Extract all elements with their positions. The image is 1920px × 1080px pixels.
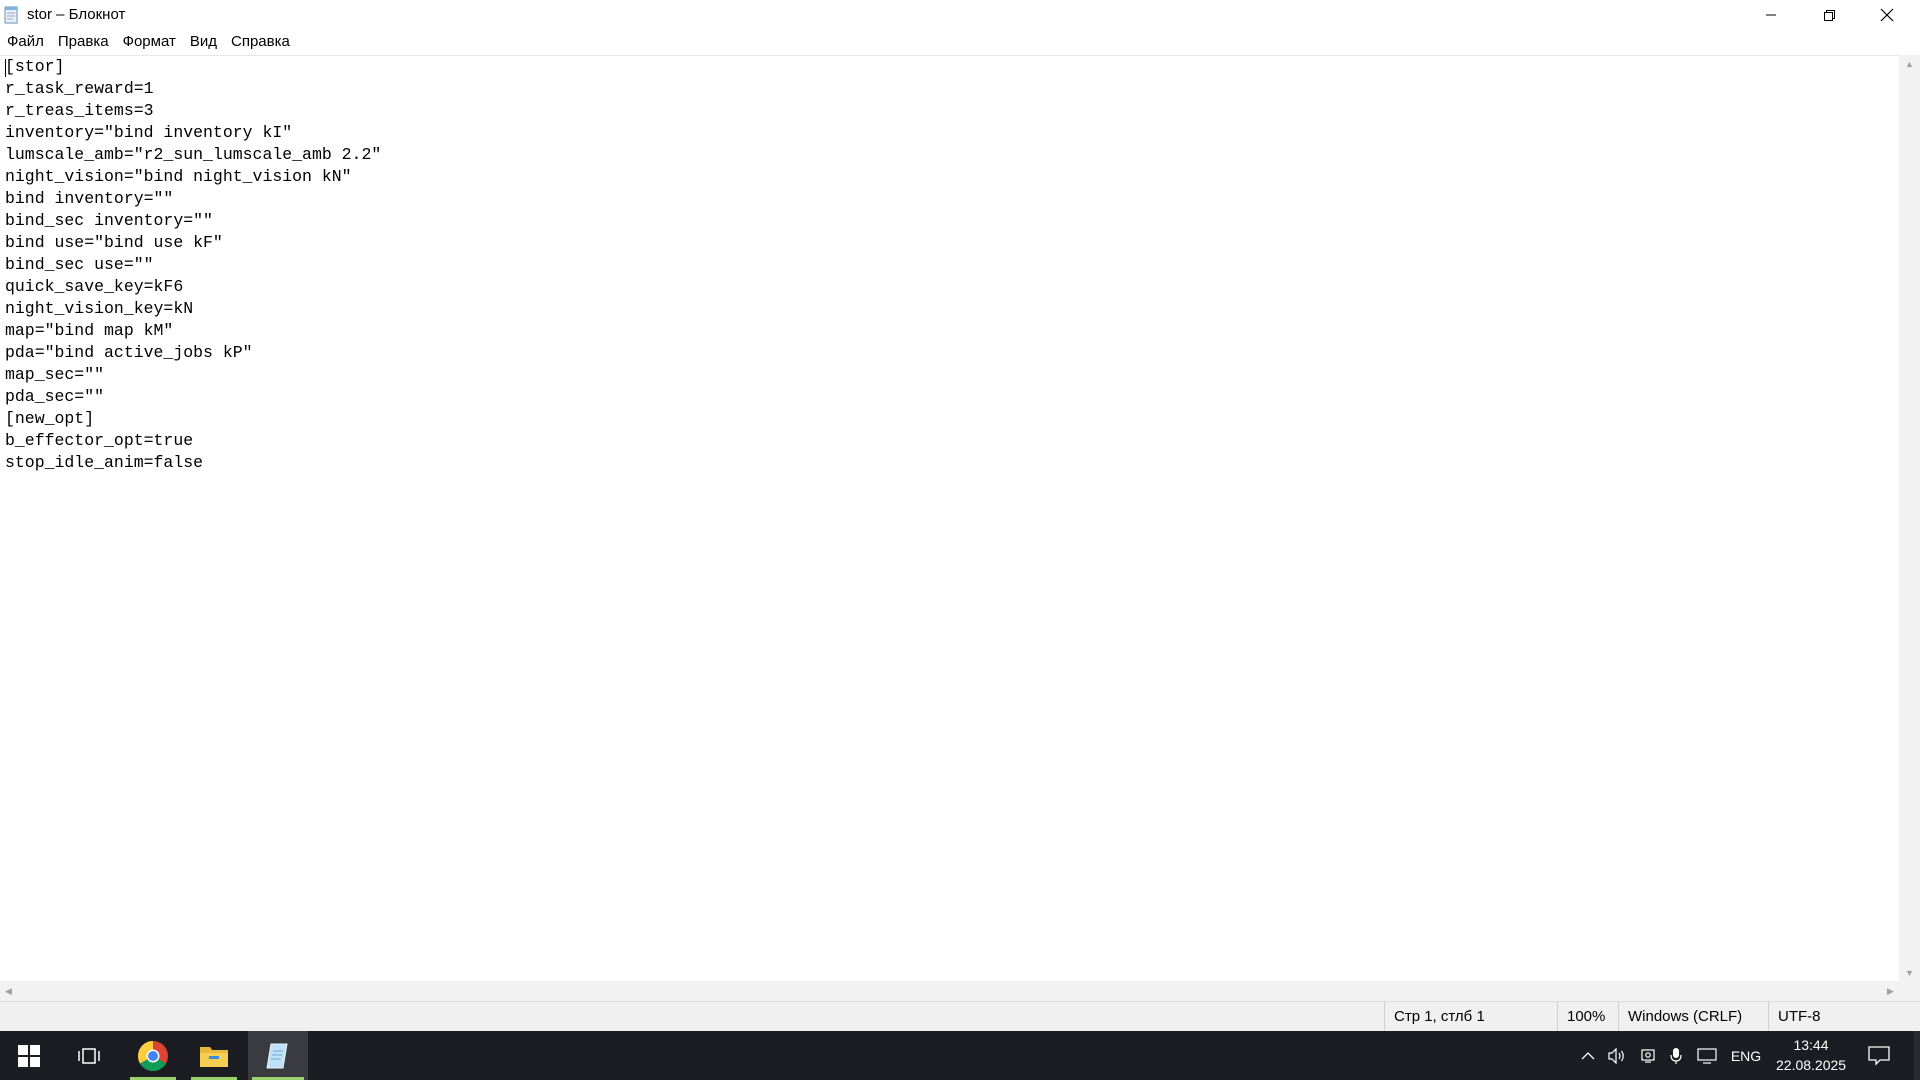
file-explorer-taskbar-button[interactable]	[187, 1031, 241, 1080]
notifications-icon[interactable]	[1862, 1031, 1896, 1080]
editor-line[interactable]: pda_sec=""	[5, 386, 381, 408]
chrome-icon	[137, 1040, 168, 1071]
close-icon	[1880, 8, 1894, 22]
menu-view[interactable]: Вид	[183, 30, 224, 53]
clock-time: 13:44	[1793, 1037, 1829, 1053]
encoding: UTF-8	[1768, 1002, 1918, 1032]
editor-line[interactable]: [new_opt]	[5, 408, 381, 430]
network-icon[interactable]	[1694, 1031, 1720, 1080]
status-bar: Стр 1, стлб 1 100% Windows (CRLF) UTF-8	[0, 1001, 1920, 1032]
start-button[interactable]	[0, 1031, 58, 1080]
line-ending: Windows (CRLF)	[1618, 1002, 1768, 1032]
editor-line[interactable]: night_vision_key=kN	[5, 298, 381, 320]
title-bar: stor – Блокнот	[0, 0, 1920, 30]
scroll-up-icon[interactable]: ▲	[1899, 55, 1920, 72]
text-caret	[5, 59, 6, 77]
editor-line[interactable]: quick_save_key=kF6	[5, 276, 381, 298]
scroll-left-icon[interactable]: ◀	[0, 981, 17, 1001]
editor-line[interactable]: bind inventory=""	[5, 188, 381, 210]
editor-line[interactable]: b_effector_opt=true	[5, 430, 381, 452]
window-title: stor – Блокнот	[27, 6, 126, 23]
editor-line[interactable]: map_sec=""	[5, 364, 381, 386]
taskbar: ENG 13:44 22.08.2025	[0, 1031, 1920, 1080]
horizontal-scrollbar[interactable]: ◀ ▶	[0, 981, 1899, 1001]
editor-line[interactable]: bind use="bind use kF"	[5, 232, 381, 254]
scrollbar-corner	[1899, 981, 1920, 1001]
notepad-taskbar-button[interactable]	[248, 1031, 308, 1080]
editor-line[interactable]: night_vision="bind night_vision kN"	[5, 166, 381, 188]
minimize-button[interactable]	[1742, 0, 1800, 30]
file-explorer-icon	[200, 1046, 228, 1067]
editor-line[interactable]: r_treas_items=3	[5, 100, 381, 122]
minimize-icon	[1766, 14, 1776, 16]
task-view-button[interactable]	[62, 1031, 116, 1080]
editor-line[interactable]: inventory="bind inventory kI"	[5, 122, 381, 144]
chrome-taskbar-button[interactable]	[126, 1031, 180, 1080]
menu-edit[interactable]: Правка	[51, 30, 116, 53]
menu-file[interactable]: Файл	[0, 30, 51, 53]
editor-line[interactable]: map="bind map kM"	[5, 320, 381, 342]
editor-line[interactable]: bind_sec use=""	[5, 254, 381, 276]
start-icon	[18, 1044, 40, 1067]
restore-icon	[1823, 9, 1835, 21]
cursor-position: Стр 1, стлб 1	[1384, 1002, 1559, 1032]
language-indicator[interactable]: ENG	[1728, 1031, 1764, 1080]
editor-line[interactable]: bind_sec inventory=""	[5, 210, 381, 232]
menu-bar: Файл Правка Формат Вид Справка	[0, 30, 1920, 53]
close-button[interactable]	[1858, 0, 1916, 30]
task-view-icon	[78, 1047, 100, 1064]
scroll-down-icon[interactable]: ▼	[1899, 964, 1920, 981]
notepad-app-icon	[4, 6, 18, 24]
camera-icon[interactable]	[1636, 1031, 1660, 1080]
notepad-icon	[266, 1043, 288, 1068]
clock-date: 22.08.2025	[1776, 1057, 1847, 1073]
restore-button[interactable]	[1800, 0, 1858, 30]
editor-line[interactable]: stop_idle_anim=false	[5, 452, 381, 474]
text-editor[interactable]: [stor] r_task_reward=1 r_treas_items=3 inve…	[0, 55, 1899, 982]
clock[interactable]: 13:44 22.08.2025	[1776, 1035, 1846, 1075]
vertical-scrollbar[interactable]: ▲ ▼	[1899, 55, 1920, 981]
show-desktop-button[interactable]	[1914, 1031, 1920, 1080]
editor-line[interactable]: pda="bind active_jobs kP"	[5, 342, 381, 364]
microphone-icon[interactable]	[1664, 1031, 1688, 1080]
editor-line[interactable]: [stor]	[5, 56, 381, 78]
editor-line[interactable]: r_task_reward=1	[5, 78, 381, 100]
chevron-up-icon[interactable]	[1578, 1031, 1598, 1080]
menu-format[interactable]: Формат	[116, 30, 183, 53]
editor-content[interactable]: [stor] r_task_reward=1 r_treas_items=3 inve…	[5, 56, 381, 474]
zoom-level: 100%	[1557, 1002, 1627, 1032]
menu-help[interactable]: Справка	[224, 30, 297, 53]
scroll-right-icon[interactable]: ▶	[1882, 981, 1899, 1001]
volume-icon[interactable]	[1605, 1031, 1629, 1080]
editor-line[interactable]: lumscale_amb="r2_sun_lumscale_amb 2.2"	[5, 144, 381, 166]
